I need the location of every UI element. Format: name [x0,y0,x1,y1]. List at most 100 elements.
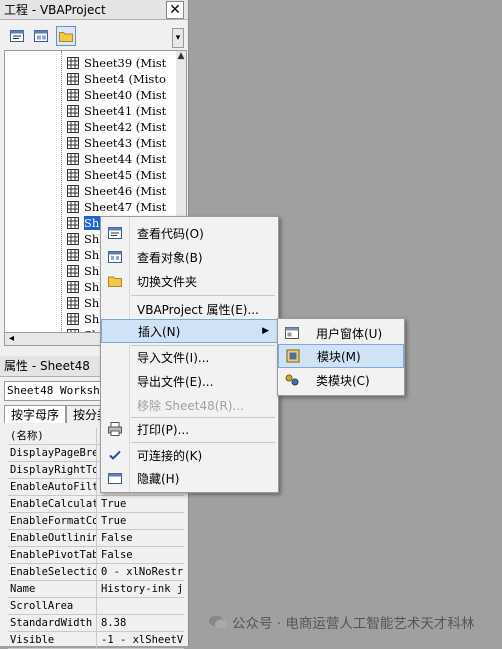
worksheet-icon [67,57,79,69]
tree-node-sheet[interactable]: Sh [67,279,99,295]
tree-connector-line [61,51,62,333]
toolbar-overflow-button[interactable]: ▾ [172,28,184,48]
view-object-button[interactable] [32,27,50,45]
tree-node-sheet[interactable]: Sh [67,295,99,311]
view-code-icon [10,30,24,42]
tree-node-label: Sheet4 (Misto [84,72,166,86]
property-key: EnableFormatCo [10,513,97,529]
tree-node-label: Sheet45 (Mist [84,168,167,182]
tree-node-sheet[interactable]: Sheet4 (Misto [67,71,166,87]
worksheet-icon [67,73,79,85]
view-code-icon [108,227,122,239]
property-row[interactable]: Visible -1 - xlSheetV [8,632,184,649]
submenu-label-userform: 用户窗体(U) [316,326,383,341]
tree-node-sheet[interactable]: Sh [67,247,99,263]
tree-node-sheet[interactable]: Sheet41 (Mist [67,103,166,119]
insert-submenu: 用户窗体(U) 模块(M) 类模块(C) [277,318,405,396]
project-explorer-title: 工程 - VBAProject [4,3,106,17]
property-key: Name [8,581,97,597]
property-value[interactable]: History-ink j [97,581,184,597]
scroll-up-icon[interactable]: ▲ [176,51,186,61]
menu-item-hide[interactable]: 隐藏(H) [101,466,278,490]
menu-item-print[interactable]: 打印(P)... [101,417,278,441]
menu-item-project-properties[interactable]: VBAProject 属性(E)... [101,297,278,321]
worksheet-icon [67,265,79,277]
property-row[interactable]: EnableFormatCo True [8,513,184,530]
property-key: ScrollArea [8,598,97,614]
menu-item-view-code[interactable]: 查看代码(O) [101,221,278,245]
menu-label-insert: 插入(N) [138,324,181,339]
project-explorer-toolbar [0,22,187,50]
tree-node-sheet[interactable]: Sheet44 (Mist [67,151,166,167]
property-value[interactable]: True [97,513,184,529]
property-value[interactable]: False [97,530,184,546]
tree-node-label: Sh [84,296,100,310]
folder-icon [59,32,73,42]
tree-node-sheet[interactable]: Sheet42 (Mist [67,119,166,135]
tree-node-sheet[interactable]: Sheet39 (Mist [67,55,166,71]
worksheet-icon [67,217,79,229]
property-row[interactable]: EnableCalculat True [8,496,184,513]
tree-node-label: Sheet40 (Mist [84,88,167,102]
property-row[interactable]: ScrollArea [8,598,184,615]
menu-label-print: 打印(P)... [137,422,190,437]
tree-node-label: Sheet46 (Mist [84,184,167,198]
view-object-icon [108,251,122,263]
tree-node-sheet[interactable]: Sheet47 (Mist [67,199,166,215]
close-button[interactable]: ✕ [166,0,184,19]
menu-label-view-code: 查看代码(O) [137,226,204,241]
property-value[interactable]: 0 - xlNoRestr [97,564,184,580]
tree-node-sheet[interactable]: Sheet45 (Mist [67,167,166,183]
tree-node-label: Sheet39 (Mist [84,56,167,70]
menu-item-view-object[interactable]: 查看对象(B) [101,245,278,269]
tab-alphabetic[interactable]: 按字母序 [4,405,67,423]
tree-node-sheet[interactable]: Sh [67,263,99,279]
property-value[interactable]: False [97,547,184,563]
property-row[interactable]: Name History-ink j [8,581,184,598]
submenu-arrow-icon: ▶ [262,326,269,336]
printer-icon [108,422,122,436]
property-row[interactable]: EnableOutlinin False [8,530,184,547]
worksheet-icon [67,249,79,261]
tree-node-sheet[interactable]: Sh [67,311,99,327]
property-value[interactable]: 8.38 [97,615,184,631]
menu-item-insert[interactable]: 插入(N) ▶ [101,319,278,343]
property-key: EnableAutoFilt [10,479,97,495]
property-value[interactable]: True [97,496,184,512]
worksheet-icon [67,313,79,325]
toggle-folders-button[interactable] [56,26,76,46]
tree-node-label: Sh [84,264,100,278]
property-row[interactable]: StandardWidth 8.38 [8,615,184,632]
view-code-button[interactable] [8,27,26,45]
menu-item-import-file[interactable]: 导入文件(I)... [101,345,278,369]
menu-label-hide: 隐藏(H) [137,471,180,486]
scroll-left-icon[interactable]: ◂ [9,333,14,344]
property-row[interactable]: EnableSelectio 0 - xlNoRestr [8,564,184,581]
menu-label-project-properties: VBAProject 属性(E)... [137,302,259,317]
submenu-item-class-module[interactable]: 类模块(C) [278,368,404,392]
tree-node-sheet[interactable]: Sh [67,231,99,247]
watermark: 公众号 · 电商运营人工智能艺术天才科林 [208,612,474,632]
tree-node-label: Sh [84,312,100,326]
tree-node-sheet[interactable]: Sheet46 (Mist [67,183,166,199]
tree-node-sheet[interactable]: Sheet43 (Mist [67,135,166,151]
submenu-item-module[interactable]: 模块(M) [278,344,404,368]
menu-item-export-file[interactable]: 导出文件(E)... [101,369,278,393]
property-value[interactable] [97,598,184,614]
menu-item-dockable[interactable]: 可连接的(K) [101,443,278,467]
tree-node-sheet[interactable]: Sheet40 (Mist [67,87,166,103]
worksheet-icon [67,121,79,133]
watermark-text: 公众号 · 电商运营人工智能艺术天才科林 [232,616,475,632]
property-row[interactable]: EnablePivotTab False [8,547,184,564]
menu-label-view-object: 查看对象(B) [137,250,203,265]
context-menu: 查看代码(O) 查看对象(B) 切换文件夹 VBAProject 属性(E)..… [100,216,279,493]
folder-icon [108,276,122,287]
submenu-item-userform[interactable]: 用户窗体(U) [278,321,404,345]
tree-node-label: Sheet44 (Mist [84,152,167,166]
worksheet-icon [67,137,79,149]
menu-label-import-file: 导入文件(I)... [137,350,210,365]
menu-item-toggle-folders[interactable]: 切换文件夹 [101,269,278,293]
property-key: StandardWidth [8,615,97,631]
worksheet-icon [67,169,79,181]
menu-label-export-file: 导出文件(E)... [137,374,214,389]
